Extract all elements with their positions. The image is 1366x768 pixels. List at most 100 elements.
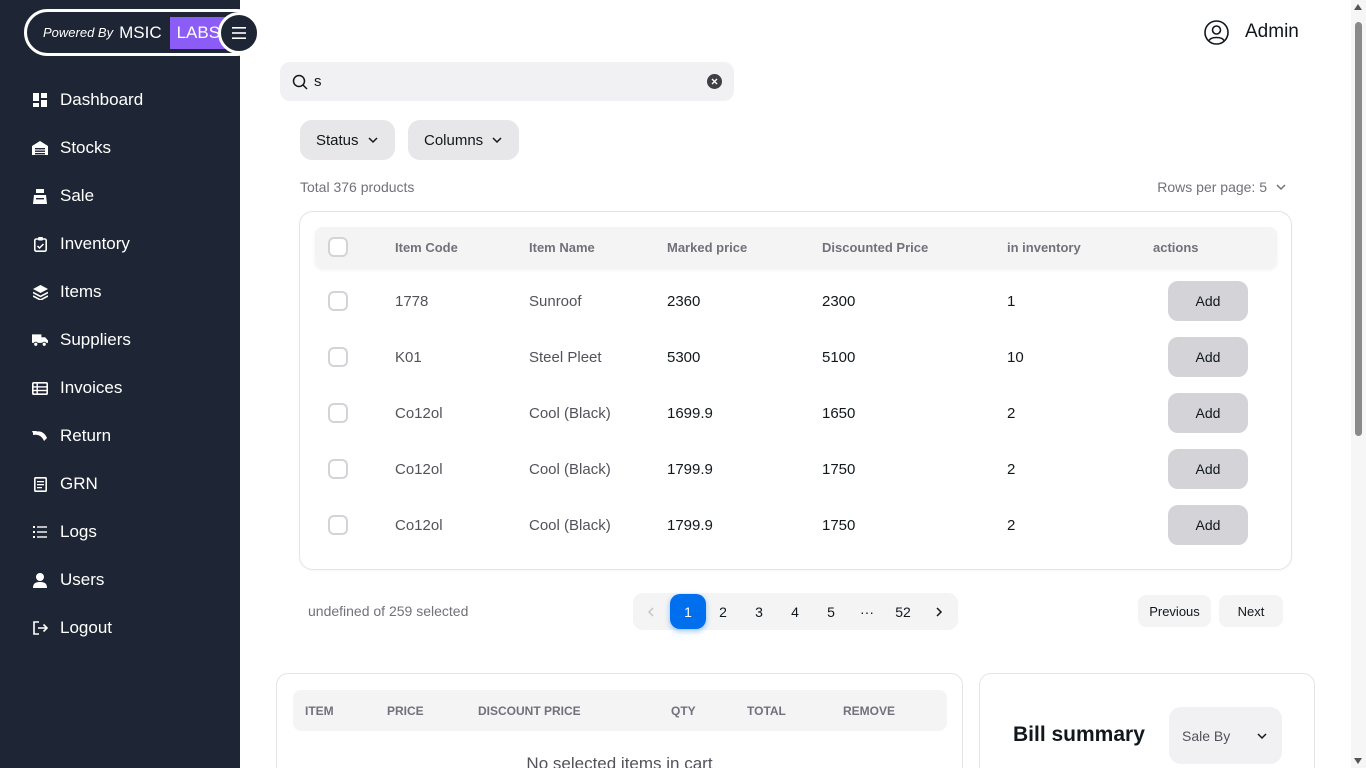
row-checkbox[interactable] bbox=[328, 515, 348, 535]
cell-in-inventory: 10 bbox=[1007, 349, 1024, 366]
chevron-down-icon bbox=[1257, 732, 1267, 739]
add-button[interactable]: Add bbox=[1168, 449, 1248, 489]
search-input[interactable] bbox=[314, 73, 707, 90]
cell-discounted-price: 1750 bbox=[822, 461, 856, 478]
cell-item-name: Cool (Black) bbox=[529, 461, 611, 478]
page-scrollbar[interactable] bbox=[1351, 0, 1366, 768]
rows-per-page-select[interactable]: Rows per page: 5 bbox=[1157, 179, 1287, 195]
warehouse-icon bbox=[32, 140, 48, 156]
menu-toggle-button[interactable] bbox=[218, 12, 260, 54]
table-row[interactable]: Co12ol Cool (Black) 1799.9 1750 2 Add bbox=[300, 441, 1291, 497]
status-filter-button[interactable]: Status bbox=[300, 120, 395, 160]
add-button[interactable]: Add bbox=[1168, 393, 1248, 433]
dashboard-icon bbox=[32, 92, 48, 108]
row-checkbox[interactable] bbox=[328, 347, 348, 367]
sidebar-item-label: Users bbox=[60, 570, 105, 589]
chevron-down-icon bbox=[492, 137, 502, 144]
sidebar-item-label: Logout bbox=[60, 618, 112, 637]
columns-filter-label: Columns bbox=[424, 131, 484, 149]
cart-header: ITEM PRICE DISCOUNT PRICE QTY TOTAL REMO… bbox=[293, 690, 947, 731]
sidebar-nav: Dashboard Stocks Sale Inventory Items Su… bbox=[0, 76, 240, 652]
column-header-item-code[interactable]: Item Code bbox=[395, 240, 458, 255]
chevron-right-icon bbox=[936, 606, 943, 617]
columns-filter-button[interactable]: Columns bbox=[408, 120, 520, 160]
page-button-1[interactable]: 1 bbox=[670, 594, 706, 629]
table-row[interactable]: Co12ol Cool (Black) 1799.9 1750 2 Add bbox=[300, 497, 1291, 553]
products-table: Item Code Item Name Marked price Discoun… bbox=[299, 211, 1292, 570]
status-filter-label: Status bbox=[316, 131, 359, 149]
page-button-52[interactable]: 52 bbox=[885, 593, 921, 630]
next-button[interactable]: Next bbox=[1219, 595, 1283, 627]
column-header-item-name[interactable]: Item Name bbox=[529, 240, 595, 255]
scroll-up-arrow[interactable] bbox=[1354, 4, 1362, 10]
selection-count-text: undefined of 259 selected bbox=[308, 603, 469, 619]
prev-page-button[interactable] bbox=[633, 593, 669, 630]
sidebar-item-inventory[interactable]: Inventory bbox=[0, 220, 240, 268]
table-row[interactable]: Co12ol Cool (Black) 1699.9 1650 2 Add bbox=[300, 385, 1291, 441]
table-list-icon bbox=[32, 380, 48, 396]
sidebar-item-return[interactable]: Return bbox=[0, 412, 240, 460]
column-header-actions: actions bbox=[1153, 240, 1199, 255]
cell-in-inventory: 2 bbox=[1007, 405, 1016, 422]
sidebar-item-label: Suppliers bbox=[60, 330, 131, 349]
cell-in-inventory: 2 bbox=[1007, 517, 1016, 534]
clear-search-icon[interactable] bbox=[707, 74, 722, 89]
scroll-thumb[interactable] bbox=[1355, 22, 1362, 436]
row-checkbox[interactable] bbox=[328, 459, 348, 479]
table-header: Item Code Item Name Marked price Discoun… bbox=[315, 227, 1277, 268]
sale-by-label: Sale By bbox=[1182, 727, 1231, 744]
sidebar-item-logs[interactable]: Logs bbox=[0, 508, 240, 556]
sidebar-item-logout[interactable]: Logout bbox=[0, 604, 240, 652]
row-checkbox[interactable] bbox=[328, 291, 348, 311]
brand-powered-by: Powered By bbox=[43, 25, 114, 40]
sidebar-item-label: Items bbox=[60, 282, 102, 301]
sidebar-item-stocks[interactable]: Stocks bbox=[0, 124, 240, 172]
table-row[interactable]: 1778 Sunroof 2360 2300 1 Add bbox=[300, 273, 1291, 329]
cell-discounted-price: 1650 bbox=[822, 405, 856, 422]
page-button-3[interactable]: 3 bbox=[741, 593, 777, 630]
cell-marked-price: 1699.9 bbox=[667, 405, 713, 422]
cart-column-total: TOTAL bbox=[747, 704, 786, 718]
sidebar-item-invoices[interactable]: Invoices bbox=[0, 364, 240, 412]
user-menu[interactable]: Admin bbox=[1204, 19, 1299, 45]
column-header-discounted-price[interactable]: Discounted Price bbox=[822, 240, 928, 255]
sidebar-item-sale[interactable]: Sale bbox=[0, 172, 240, 220]
column-header-marked-price[interactable]: Marked price bbox=[667, 240, 747, 255]
clipboard-icon bbox=[32, 236, 48, 252]
sidebar-item-label: Dashboard bbox=[60, 90, 144, 109]
next-page-arrow-button[interactable] bbox=[921, 593, 957, 630]
page-button-5[interactable]: 5 bbox=[813, 593, 849, 630]
sidebar-item-suppliers[interactable]: Suppliers bbox=[0, 316, 240, 364]
cell-in-inventory: 1 bbox=[1007, 293, 1016, 310]
sidebar-item-users[interactable]: Users bbox=[0, 556, 240, 604]
sidebar-item-dashboard[interactable]: Dashboard bbox=[0, 76, 240, 124]
select-all-checkbox[interactable] bbox=[328, 237, 348, 257]
page-button-4[interactable]: 4 bbox=[777, 593, 813, 630]
search-icon bbox=[292, 74, 308, 90]
add-button[interactable]: Add bbox=[1168, 337, 1248, 377]
previous-button[interactable]: Previous bbox=[1138, 595, 1211, 627]
page-button-2[interactable]: 2 bbox=[705, 593, 741, 630]
row-checkbox[interactable] bbox=[328, 403, 348, 423]
column-header-in-inventory[interactable]: in inventory bbox=[1007, 240, 1081, 255]
cell-marked-price: 1799.9 bbox=[667, 517, 713, 534]
bill-summary-card: Bill summary Sale By bbox=[979, 673, 1315, 768]
cell-item-code: K01 bbox=[395, 349, 422, 366]
rows-per-page-label: Rows per page: 5 bbox=[1157, 179, 1267, 195]
cell-discounted-price: 5100 bbox=[822, 349, 856, 366]
sidebar-item-label: Inventory bbox=[60, 234, 130, 253]
sidebar-item-grn[interactable]: GRN bbox=[0, 460, 240, 508]
add-button[interactable]: Add bbox=[1168, 505, 1248, 545]
sidebar-item-items[interactable]: Items bbox=[0, 268, 240, 316]
cell-item-name: Sunroof bbox=[529, 293, 582, 310]
page-ellipsis[interactable]: ··· bbox=[849, 593, 885, 630]
cart-empty-message: No selected items in cart bbox=[526, 754, 713, 768]
cart-column-remove: REMOVE bbox=[843, 704, 896, 718]
cart-table: ITEM PRICE DISCOUNT PRICE QTY TOTAL REMO… bbox=[276, 673, 963, 768]
sale-by-select[interactable]: Sale By bbox=[1169, 707, 1282, 764]
cart-column-item: ITEM bbox=[305, 704, 334, 718]
scroll-down-arrow[interactable] bbox=[1354, 758, 1362, 764]
search-bar[interactable] bbox=[280, 62, 734, 101]
add-button[interactable]: Add bbox=[1168, 281, 1248, 321]
table-row[interactable]: K01 Steel Pleet 5300 5100 10 Add bbox=[300, 329, 1291, 385]
